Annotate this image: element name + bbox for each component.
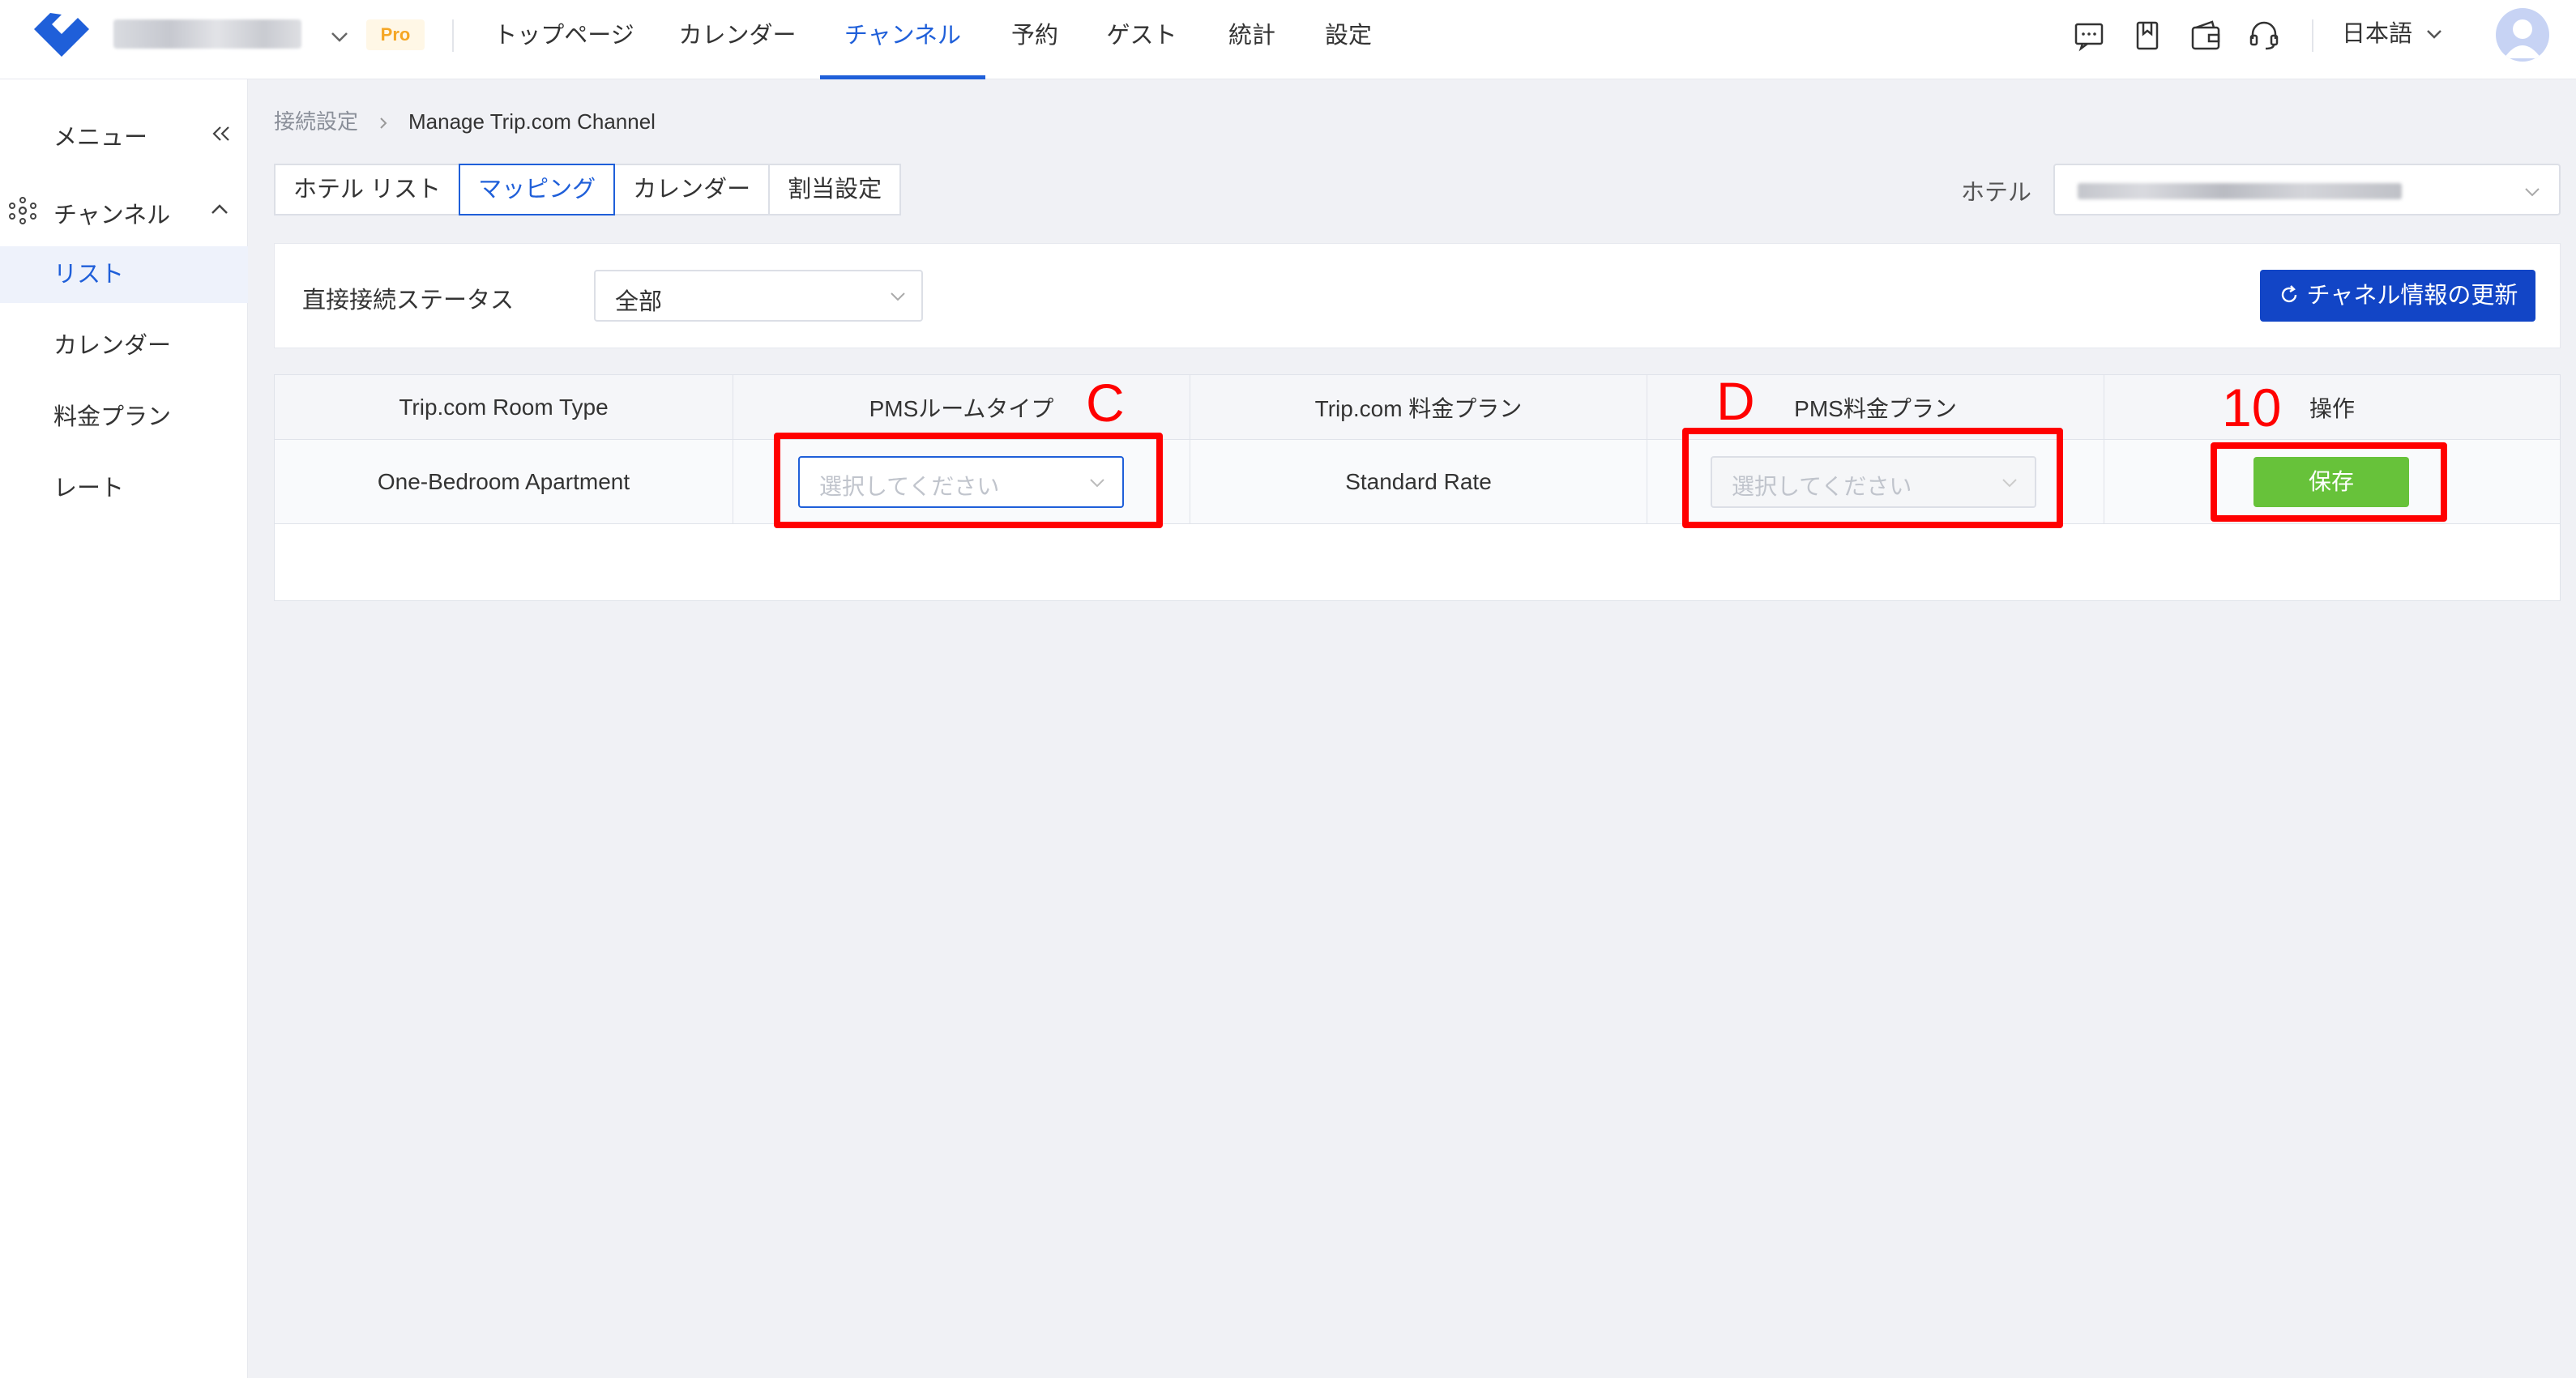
chevron-down-icon [2525, 188, 2540, 197]
mapping-tabs: ホテル リスト マッピング カレンダー 割当設定 [274, 164, 902, 215]
nav-channel[interactable]: チャンネル [820, 0, 985, 79]
annotation-box-c [774, 433, 1163, 528]
nav-divider [452, 19, 454, 52]
connection-status-select[interactable]: 全部 [594, 270, 923, 322]
tab-allocation-settings[interactable]: 割当設定 [768, 164, 902, 215]
collapse-sidebar-icon[interactable] [207, 120, 235, 147]
connection-status-value: 全部 [615, 289, 663, 315]
sidebar-item-list[interactable]: リスト [0, 246, 248, 303]
room-type-cell: One-Bedroom Apartment [275, 440, 733, 523]
user-avatar[interactable] [2496, 8, 2549, 62]
breadcrumb-current: Manage Trip.com Channel [408, 109, 656, 134]
breadcrumb-parent[interactable]: 接続設定 [274, 109, 358, 134]
tab-mapping[interactable]: マッピング [459, 164, 616, 215]
tab-hotel-list[interactable]: ホテル リスト [274, 164, 461, 215]
headset-icon[interactable] [2246, 18, 2282, 53]
hotel-name-redacted [2078, 183, 2402, 199]
message-icon[interactable] [2071, 18, 2107, 53]
app-logo-icon[interactable] [29, 8, 94, 65]
refresh-channel-button[interactable]: チャネル情報の更新 [2260, 270, 2535, 322]
rate-plan-cell: Standard Rate [1190, 440, 1647, 523]
top-bar: Pro トップページ カレンダー チャンネル 予約 ゲスト 統計 設定 日本語 [0, 0, 2576, 79]
nav-statistics[interactable]: 統計 [1207, 0, 1297, 79]
nav-guest[interactable]: ゲスト [1094, 0, 1190, 79]
hotel-label: ホテル [1961, 180, 2032, 206]
refresh-label: チャネル情報の更新 [2306, 283, 2518, 309]
header-tripcom-rate-plan: Trip.com 料金プラン [1190, 375, 1647, 439]
tab-calendar[interactable]: カレンダー [613, 164, 771, 215]
user-icon [2504, 19, 2541, 58]
sidebar-title: メニュー [53, 125, 148, 151]
table-header: Trip.com Room Type PMSルームタイプ Trip.com 料金… [275, 375, 2560, 440]
annotation-box-d [1682, 428, 2063, 528]
header-tripcom-room-type: Trip.com Room Type [275, 375, 733, 439]
channel-network-icon [9, 197, 36, 224]
annotation-box-10 [2211, 442, 2447, 522]
refresh-icon [2281, 285, 2296, 303]
header-actions: 操作 [2309, 395, 2355, 421]
hotel-select[interactable] [2053, 164, 2561, 215]
chevron-right-icon [380, 117, 387, 129]
account-name-redacted [113, 19, 301, 49]
bookmark-icon[interactable] [2130, 18, 2165, 53]
sidebar-item-rate[interactable]: レート [0, 460, 248, 517]
chevron-down-icon [891, 292, 905, 301]
chevron-down-icon[interactable] [2423, 23, 2446, 45]
sidebar-item-calendar[interactable]: カレンダー [0, 318, 248, 374]
nav-reservation[interactable]: 予約 [993, 0, 1076, 79]
sidebar-group-channel[interactable]: チャンネル [0, 183, 248, 235]
breadcrumb: 接続設定 Manage Trip.com Channel [274, 107, 656, 136]
annotation-label-c: C [1086, 373, 1125, 433]
annotation-label-d: D [1716, 371, 1755, 431]
sidebar: メニュー チャンネル リスト カレンダー 料金プラン レート [0, 79, 248, 1378]
connection-status-label: 直接接続ステータス [302, 288, 515, 314]
annotation-label-10: 10 [2222, 378, 2282, 437]
language-selector[interactable]: 日本語 [2342, 16, 2412, 52]
wallet-icon[interactable] [2188, 18, 2224, 53]
chevron-down-icon[interactable] [327, 24, 352, 49]
nav-settings[interactable]: 設定 [1313, 0, 1384, 79]
chevron-up-icon[interactable] [207, 198, 232, 222]
sidebar-item-rate-plan[interactable]: 料金プラン [0, 389, 248, 446]
pro-badge: Pro [366, 19, 425, 50]
nav-calendar[interactable]: カレンダー [666, 0, 809, 79]
nav-top-page[interactable]: トップページ [478, 0, 650, 79]
header-divider [2312, 19, 2313, 52]
filter-panel: 直接接続ステータス 全部 チャネル情報の更新 [274, 243, 2561, 348]
sidebar-group-label: チャンネル [53, 203, 171, 228]
